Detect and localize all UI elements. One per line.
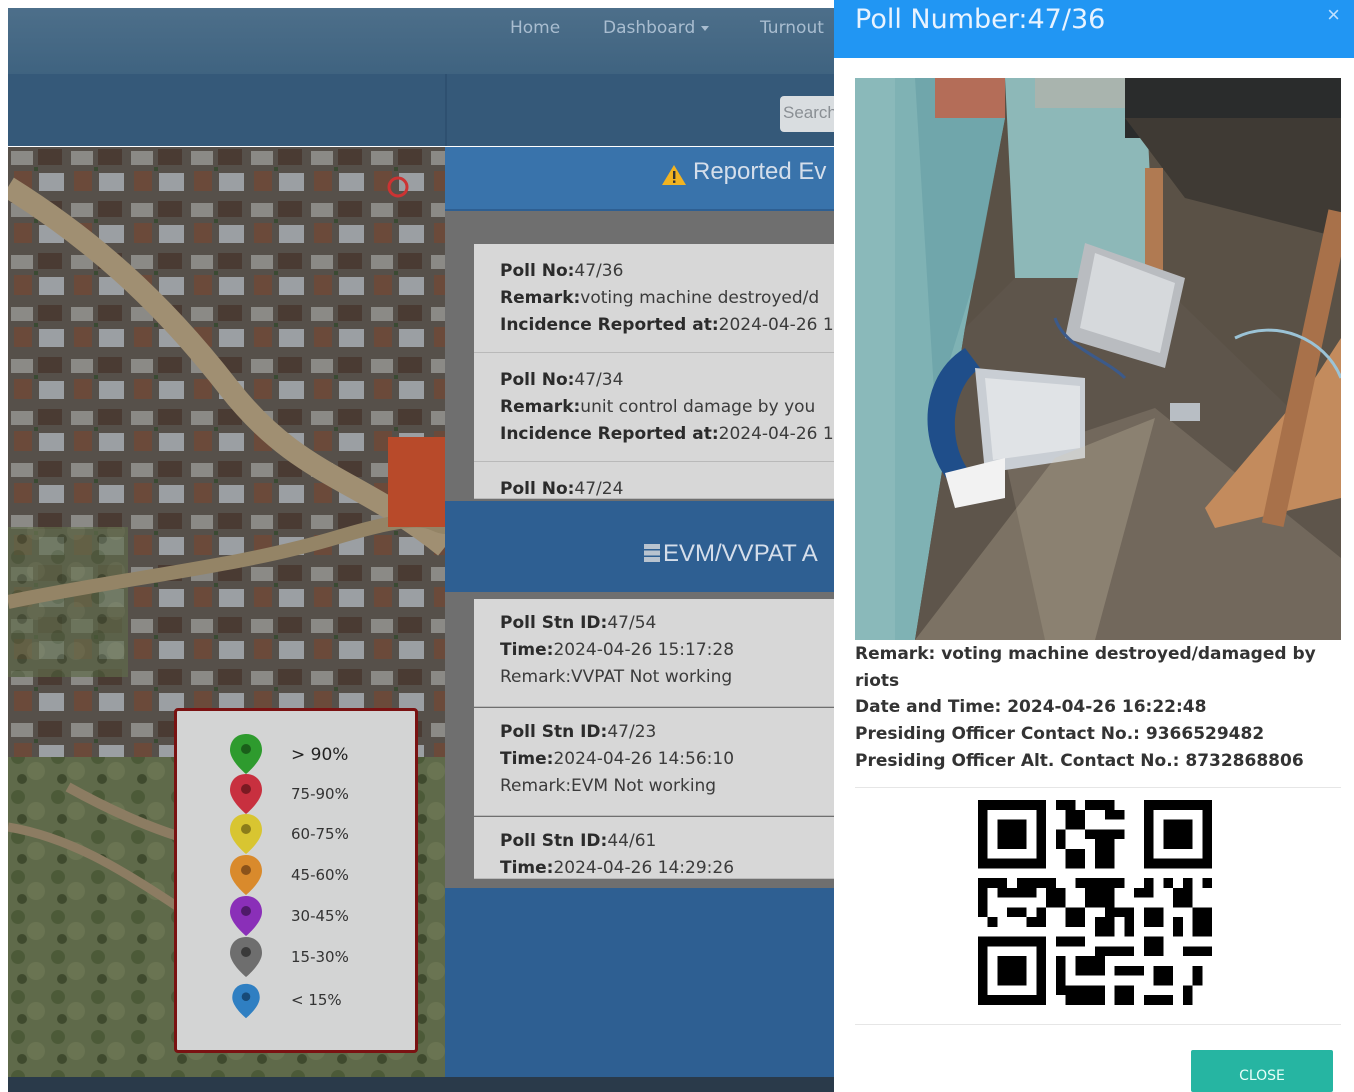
map-pin-icon [230,937,262,977]
qr-code [977,800,1213,1005]
turnout-legend: > 90% 75-90% 60-75% 45-60% 30-45% 15-30%… [174,708,418,1053]
reported-at-value: 2024-04-26 1 [718,424,834,444]
map-pin-icon [230,896,262,936]
reported-at-label: Incidence Reported at: [500,315,719,335]
reported-at-label: Incidence Reported at: [500,424,719,444]
poll-station-label: Poll Stn ID: [500,722,608,742]
evm-alerts-title: EVM/VVPAT A [663,540,818,567]
time-value: 2024-04-26 14:56:10 [553,749,735,769]
remark-label: Remark: [500,288,581,308]
evm-card[interactable]: Poll Stn ID:47/54 Time:2024-04-26 15:17:… [474,599,838,707]
legend-item: < 15% [229,983,409,1023]
legend-label: 60-75% [291,825,349,843]
nav-turnout-link[interactable]: Turnout [760,18,824,38]
close-icon[interactable]: × [1327,2,1340,28]
close-button[interactable]: CLOSE [1191,1050,1333,1092]
reported-events-title: Reported Ev [693,158,827,185]
map-pin-icon [230,855,262,895]
nav-home-link[interactable]: Home [510,18,560,38]
officer-contact-text: Presiding Officer Contact No.: 936652948… [855,724,1265,744]
map-pin-icon [230,734,262,774]
time-value: 2024-04-26 14:29:26 [553,858,735,878]
nav-dashboard-label: Dashboard [603,18,696,38]
chevron-down-icon [701,25,710,31]
evm-card[interactable]: Poll Stn ID:44/61 Time:2024-04-26 14:29:… [474,817,838,879]
remark-text: voting machine destroyed/d [580,288,820,308]
legend-label: > 90% [291,745,349,765]
map-pin-icon [232,983,260,1019]
officer-alt-contact-text: Presiding Officer Alt. Contact No.: 8732… [855,751,1304,771]
poll-number: 47/34 [574,370,624,390]
time-label: Time: [500,749,554,769]
evm-remark: Remark:VVPAT Not working [500,667,733,687]
screen: Home Dashboard Turnout Search > 90% 75-9… [0,0,1354,1092]
legend-item: 15-30% [229,936,409,977]
remark-label: Remark: [500,397,581,417]
damaged-machine-image [855,78,1341,640]
legend-label: 45-60% [291,866,349,884]
legend-label: 15-30% [291,948,349,966]
legend-item: 75-90% [229,773,409,814]
modal-footer-divider [855,1024,1341,1025]
top-navbar: Home Dashboard Turnout [8,8,838,74]
evm-alerts-header: EVM/VVPAT A [445,510,838,590]
poll-station-label: Poll Stn ID: [500,613,608,633]
map-pin-icon [230,814,262,854]
date-time-text: Date and Time: 2024-04-26 16:22:48 [855,697,1207,717]
remark-text-continued: riots [855,671,900,691]
reported-at-value: 2024-04-26 1 [718,315,834,335]
poll-number: 47/24 [574,479,624,499]
footer-bar [8,1077,838,1092]
time-label: Time: [500,640,554,660]
legend-item: 60-75% [229,813,409,854]
event-card[interactable]: Poll No:47/34 Remark:unit control damage… [474,353,838,462]
server-icon [644,544,660,562]
event-card[interactable]: Poll No:47/24 [474,462,838,499]
poll-label: Poll No: [500,370,575,390]
legend-item: 45-60% [229,854,409,895]
legend-item: > 90% [229,733,409,774]
remark-text: unit control damage by you [580,397,816,417]
legend-label: 75-90% [291,785,349,803]
time-value: 2024-04-26 15:17:28 [553,640,735,660]
poll-station-id: 47/23 [607,722,657,742]
legend-label: 30-45% [291,907,349,925]
toolbar [8,74,838,146]
modal-title: Poll Number:47/36 [855,4,1106,35]
nav-dashboard-dropdown[interactable]: Dashboard [603,18,710,38]
poll-station-label: Poll Stn ID: [500,831,608,851]
poll-station-id: 47/54 [607,613,657,633]
remark-text: Remark: voting machine destroyed/damaged… [855,644,1316,664]
modal-divider [855,787,1341,788]
poll-label: Poll No: [500,479,575,499]
evm-card[interactable]: Poll Stn ID:47/23 Time:2024-04-26 14:56:… [474,708,838,816]
map-pin-icon [230,774,262,814]
legend-label: < 15% [291,991,342,1009]
incident-photo [855,78,1341,640]
poll-label: Poll No: [500,261,575,281]
poll-station-id: 44/61 [607,831,657,851]
poll-number: 47/36 [574,261,624,281]
toolbar-divider [445,74,447,146]
event-card[interactable]: Poll No:47/36 Remark:voting machine dest… [474,244,838,353]
evm-remark: Remark:EVM Not working [500,776,717,796]
reported-events-header: Reported Ev [445,147,838,209]
search-input[interactable]: Search [780,96,838,132]
time-label: Time: [500,858,554,878]
modal-header: Poll Number:47/36 × [834,0,1354,58]
warning-icon [662,165,686,185]
legend-item: 30-45% [229,895,409,936]
